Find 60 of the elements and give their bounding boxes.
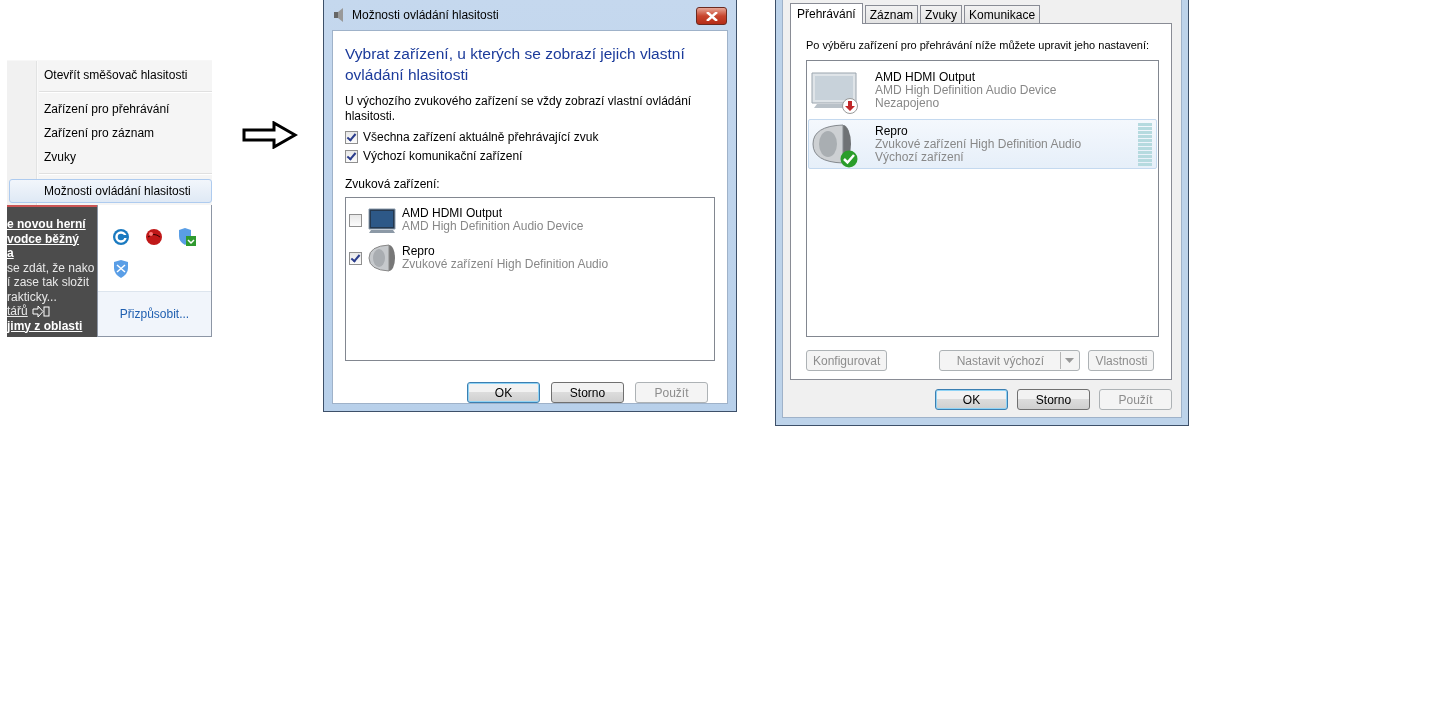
level-meter [1138, 122, 1152, 166]
monitor-icon [811, 71, 857, 109]
dialog-button[interactable]: Storno [551, 382, 624, 403]
comment-arrow-icon [31, 305, 50, 317]
article-link[interactable]: jimy z oblasti [7, 318, 97, 333]
article-link[interactable]: a [7, 246, 97, 261]
right-arrow-icon [242, 121, 298, 149]
article-link[interactable]: e novou herní [7, 217, 97, 232]
speaker-icon [367, 242, 397, 274]
article-link[interactable]: vodce běžný [7, 231, 97, 246]
device-description: Zvukové zařízení High Definition Audio [402, 258, 609, 271]
menu-item[interactable]: Možnosti ovládání hlasitosti [9, 179, 212, 203]
window-title: Možnosti ovládání hlasitosti [352, 8, 500, 22]
device-status: Nezapojeno [875, 96, 941, 110]
checkbox-label: Výchozí komunikační zařízení [363, 149, 523, 164]
tab[interactable]: Komunikace [964, 5, 1041, 23]
circular-arrow-icon[interactable] [112, 228, 130, 246]
checkbox[interactable] [345, 150, 358, 163]
description-text: U výchozího zvukového zařízení se vždy zobrazí vlastní ovládání hlasitosti. [345, 94, 693, 124]
device-name: AMD HDMI Output [875, 70, 976, 84]
customize-link[interactable]: Přizpůsobit... [119, 307, 190, 321]
ball-icon[interactable] [145, 228, 163, 246]
menu-item[interactable]: Zařízení pro přehrávání [9, 97, 212, 121]
dropdown-arrow-icon [1065, 358, 1075, 363]
device-name: AMD HDMI Output [402, 207, 504, 220]
device-status: Výchozí zařízení [875, 150, 965, 164]
article-text: í zase tak složit [7, 275, 91, 290]
menu-item[interactable]: Otevřít směšovač hlasitosti [9, 63, 212, 87]
speaker-icon [334, 8, 344, 22]
article-text: rakticky... [7, 289, 58, 304]
checkbox[interactable] [345, 131, 358, 144]
checkbox-label: Všechna zařízení aktuálně přehrávající zvuk [363, 130, 599, 145]
menu-item[interactable]: Zvuky [9, 145, 212, 169]
device-row[interactable]: AMD HDMI Output AMD High Definition Audio Device Nezapojeno [808, 65, 1157, 115]
dialog-button[interactable]: Storno [1017, 389, 1090, 410]
shield-icon[interactable] [112, 260, 130, 278]
close-button[interactable] [696, 7, 727, 25]
close-icon [705, 11, 718, 21]
article-text: se zdát, že nako [7, 260, 96, 275]
menu-item[interactable]: Zařízení pro záznam [9, 121, 212, 145]
shield-check-icon[interactable] [178, 228, 196, 246]
checkbox[interactable] [349, 251, 362, 265]
speaker-icon [811, 122, 853, 166]
dialog-button[interactable]: OK [935, 389, 1008, 410]
comments-link[interactable]: tářů [7, 304, 28, 319]
device-row[interactable]: Repro Zvukové zařízení High Definition Audio Výchozí zařízení [808, 119, 1157, 169]
checkbox[interactable] [349, 213, 362, 227]
tab[interactable]: Zvuky [920, 5, 963, 23]
device-description: AMD High Definition Audio Device [402, 220, 584, 233]
device-description: Zvukové zařízení High Definition Audio [875, 137, 1083, 151]
instruction-text: Po výběru zařízení pro přehrávání níže můžete upravit jeho nastavení: [806, 38, 1151, 52]
tab[interactable]: Přehrávání [790, 3, 863, 24]
device-description: AMD High Definition Audio Device [875, 83, 1058, 97]
device-name: Repro [875, 124, 908, 138]
dialog-button[interactable]: OK [467, 382, 540, 403]
monitor-icon [367, 206, 397, 234]
dialog-heading: Vybrat zařízení, u kterých se zobrazí jejich vlastní ovládání hlasitosti [345, 44, 686, 85]
tab[interactable]: Záznam [864, 5, 919, 23]
devices-label: Zvuková zařízení: [345, 177, 441, 191]
device-name: Repro [402, 245, 436, 258]
